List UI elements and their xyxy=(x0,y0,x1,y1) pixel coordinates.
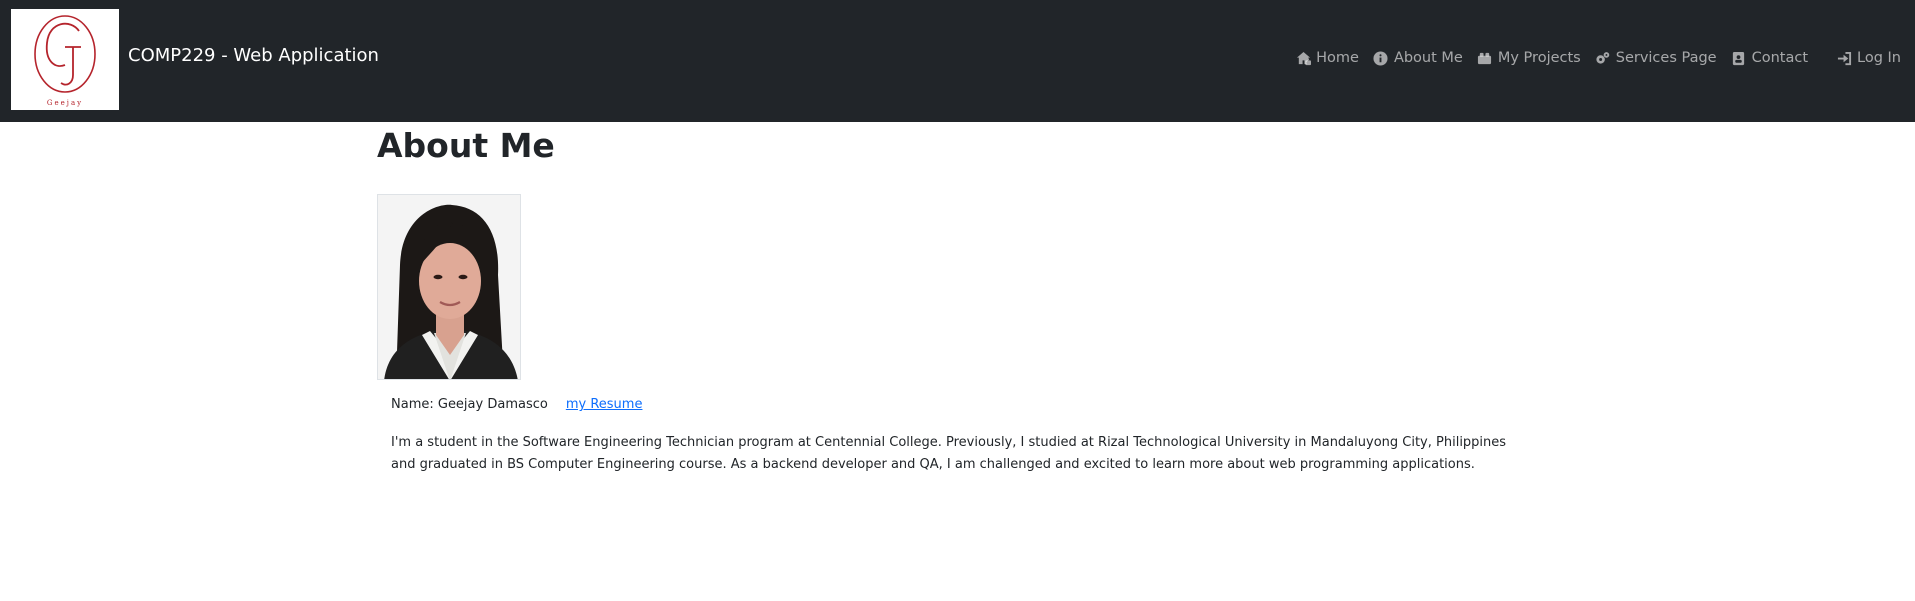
info-icon xyxy=(1373,50,1389,66)
login-icon xyxy=(1836,50,1852,66)
nav-contact[interactable]: Contact xyxy=(1731,50,1808,66)
contact-icon xyxy=(1731,50,1747,66)
brand-title[interactable]: COMP229 - Web Application xyxy=(128,45,379,66)
nav-home[interactable]: Home xyxy=(1295,50,1359,66)
top-navbar: Geejay COMP229 - Web Application Home Ab… xyxy=(0,0,1915,122)
bio-paragraph: I'm a student in the Software Engineerin… xyxy=(391,435,1507,472)
name-label: Name: Geejay Damasco xyxy=(391,397,548,412)
nav-services-label: Services Page xyxy=(1615,50,1717,66)
home-icon xyxy=(1295,50,1311,66)
nav-services[interactable]: Services Page xyxy=(1595,50,1717,66)
nav-contact-label: Contact xyxy=(1751,50,1809,66)
nav-projects-label: My Projects xyxy=(1497,50,1581,66)
name-row: Name: Geejay Damasco my Resume xyxy=(391,397,642,412)
main-nav: Home About Me My Projects Services Page … xyxy=(1281,50,1901,66)
projects-icon xyxy=(1477,50,1493,66)
resume-link[interactable]: my Resume xyxy=(566,397,643,412)
logo-text: Geejay xyxy=(47,99,83,107)
page-title: About Me xyxy=(377,126,555,165)
logo-graphic: Geejay xyxy=(34,15,96,107)
profile-photo xyxy=(377,194,521,380)
nav-login-label: Log In xyxy=(1857,50,1901,66)
gears-icon xyxy=(1595,50,1611,66)
nav-about[interactable]: About Me xyxy=(1373,50,1463,66)
nav-about-label: About Me xyxy=(1393,50,1463,66)
site-logo[interactable]: Geejay xyxy=(11,9,119,110)
nav-home-label: Home xyxy=(1316,50,1359,66)
nav-projects[interactable]: My Projects xyxy=(1477,50,1581,66)
nav-login[interactable]: Log In xyxy=(1836,50,1901,66)
